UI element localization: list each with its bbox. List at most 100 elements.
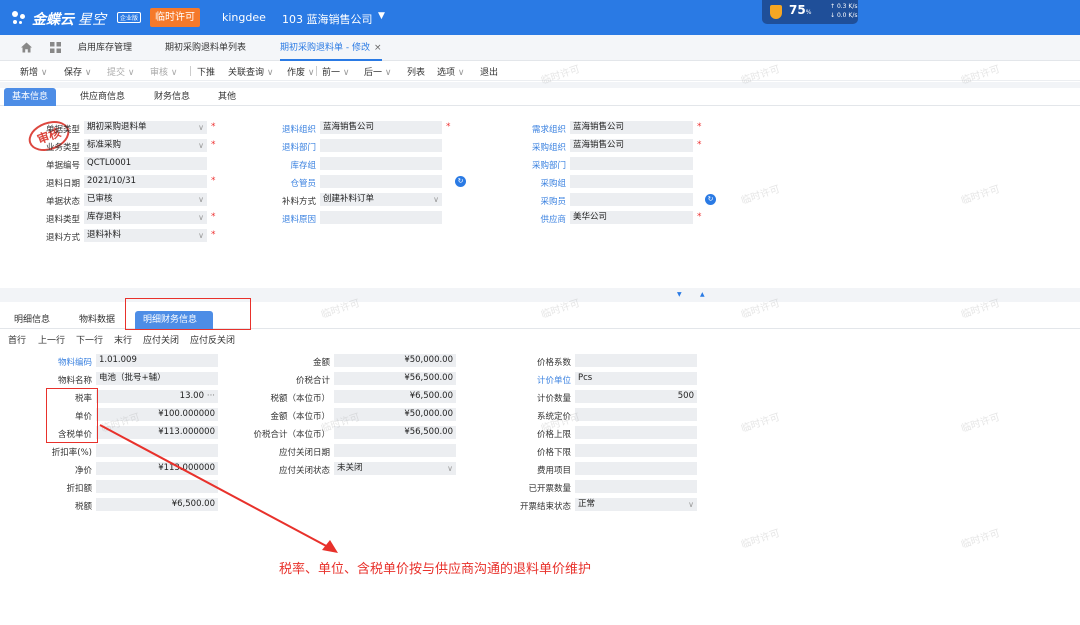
purchase-org-field[interactable]: 蓝海销售公司 [570, 139, 693, 152]
watermark: 临时许可 [959, 183, 1002, 207]
return-dept-field[interactable] [320, 139, 442, 152]
options-button[interactable]: 选项 ∨ [437, 65, 464, 78]
stock-group-field[interactable] [320, 157, 442, 170]
tab-finance-info[interactable]: 财务信息 [146, 88, 198, 106]
amount-label: 金额 [312, 358, 330, 368]
refresh-icon[interactable]: ↻ [705, 194, 716, 205]
material-name-field[interactable]: 电池（批号+辅） [96, 372, 218, 385]
first-row-button[interactable]: 首行 [8, 333, 26, 346]
chevron-down-icon: ∨ [198, 195, 204, 204]
purchase-group-label[interactable]: 采购组 [518, 177, 566, 189]
invoice-end-status-field[interactable]: 正常 ∨ [575, 498, 697, 511]
void-button[interactable]: 作废 ∨ [287, 65, 314, 78]
close-icon[interactable]: × [374, 43, 382, 53]
more-icon[interactable]: ··· [207, 390, 215, 403]
amount-field[interactable]: ¥50,000.00 [334, 354, 456, 367]
purchase-dept-label[interactable]: 采购部门 [518, 159, 566, 171]
demand-org-label[interactable]: 需求组织 [518, 123, 566, 135]
org-selector[interactable]: 103 蓝海销售公司 [282, 11, 373, 27]
ap-reopen-button[interactable]: 应付反关闭 [190, 333, 235, 346]
price-upper-field[interactable] [575, 426, 697, 439]
ap-close-status-field[interactable]: 未关闭 ∨ [334, 462, 456, 475]
return-method-field[interactable]: 退料补料 ∨ [84, 229, 207, 242]
purchaser-field[interactable] [570, 193, 693, 206]
price-lower-field[interactable] [575, 444, 697, 457]
business-type-field[interactable]: 标准采购 ∨ [84, 139, 207, 152]
return-type-field[interactable]: 库存退料 ∨ [84, 211, 207, 224]
return-reason-label[interactable]: 退料原因 [268, 213, 316, 225]
return-org-field[interactable]: 蓝海销售公司 [320, 121, 442, 134]
collapse-down-icon[interactable]: ▼ [677, 291, 682, 298]
net-price-field[interactable]: ¥113.000000 [96, 462, 218, 475]
supplier-label[interactable]: 供应商 [518, 213, 566, 225]
tab-other[interactable]: 其他 [210, 88, 244, 106]
collapse-up-icon[interactable]: ▲ [700, 291, 705, 298]
system-price-field[interactable] [575, 408, 697, 421]
tab-detail-info[interactable]: 明细信息 [6, 311, 58, 329]
demand-org-field[interactable]: 蓝海销售公司 [570, 121, 693, 134]
tax-rate-field[interactable]: 13.00 ··· [96, 390, 218, 403]
total-with-tax-field[interactable]: ¥56,500.00 [334, 372, 456, 385]
new-button[interactable]: 新增 ∨ [20, 65, 47, 78]
supplier-field[interactable]: 美华公司 [570, 211, 693, 224]
save-button[interactable]: 保存 ∨ [64, 65, 91, 78]
user-name[interactable]: kingdee [222, 11, 266, 24]
list-button[interactable]: 列表 [407, 65, 425, 78]
exit-button[interactable]: 退出 [480, 65, 498, 78]
material-name-label: 物料名称 [57, 376, 92, 386]
refresh-icon[interactable]: ↻ [455, 176, 466, 187]
return-dept-label[interactable]: 退料部门 [268, 141, 316, 153]
tab-supplier-info[interactable]: 供应商信息 [72, 88, 133, 106]
discount-rate-field[interactable] [96, 444, 218, 457]
discount-amount-field[interactable] [96, 480, 218, 493]
pricing-unit-label[interactable]: 计价单位 [500, 374, 571, 386]
related-query-button[interactable]: 关联查询 ∨ [228, 65, 273, 78]
push-down-button[interactable]: 下推 [197, 65, 215, 78]
performance-widget[interactable]: 75% ↑ 0.3 K/s ↓ 0.0 K/s [762, 0, 858, 24]
expense-item-field[interactable] [575, 462, 697, 475]
stock-group-label[interactable]: 库存组 [268, 159, 316, 171]
home-icon[interactable] [20, 41, 33, 54]
replenish-method-field[interactable]: 创建补料订单 ∨ [320, 193, 442, 206]
pricing-qty-field[interactable]: 500 [575, 390, 697, 403]
pricing-unit-field[interactable]: Pcs [575, 372, 697, 385]
price-coefficient-field[interactable] [575, 354, 697, 367]
tab-return-edit[interactable]: 期初采购退料单 - 修改 × [280, 35, 382, 61]
tab-inventory-enable[interactable]: 启用库存管理 [78, 35, 132, 61]
bill-number-field[interactable]: QCTL0001 [84, 157, 207, 170]
invoiced-qty-field[interactable] [575, 480, 697, 493]
stock-keeper-field[interactable] [320, 175, 442, 188]
next-row-button[interactable]: 下一行 [76, 333, 103, 346]
return-org-label[interactable]: 退料组织 [268, 123, 316, 135]
purchaser-label[interactable]: 采购员 [518, 195, 566, 207]
temp-license-badge[interactable]: 临时许可 [150, 8, 200, 27]
stock-keeper-label[interactable]: 仓管员 [268, 177, 316, 189]
ap-close-date-field[interactable] [334, 444, 456, 457]
return-reason-field[interactable] [320, 211, 442, 224]
submit-button[interactable]: 提交 ∨ [107, 65, 134, 78]
total-with-tax-local-field[interactable]: ¥56,500.00 [334, 426, 456, 439]
bill-status-field[interactable]: 已审核 ∨ [84, 193, 207, 206]
tax-amount-field[interactable]: ¥6,500.00 [96, 498, 218, 511]
tax-amount-local-field[interactable]: ¥6,500.00 [334, 390, 456, 403]
return-date-field[interactable]: 2021/10/31 [84, 175, 207, 188]
prev-row-button[interactable]: 上一行 [38, 333, 65, 346]
tab-material-data[interactable]: 物料数据 [71, 311, 123, 329]
material-code-field[interactable]: 1.01.009 [96, 354, 218, 367]
caret-down-icon[interactable]: ▼ [378, 11, 385, 21]
audit-button[interactable]: 审核 ∨ [150, 65, 177, 78]
previous-button[interactable]: 前一 ∨ [322, 65, 349, 78]
tab-return-list[interactable]: 期初采购退料单列表 [165, 35, 246, 61]
next-button[interactable]: 后一 ∨ [364, 65, 391, 78]
last-row-button[interactable]: 末行 [114, 333, 132, 346]
purchase-group-field[interactable] [570, 175, 693, 188]
apps-grid-icon[interactable] [50, 42, 61, 53]
purchase-dept-field[interactable] [570, 157, 693, 170]
purchase-org-label[interactable]: 采购组织 [518, 141, 566, 153]
bill-number-label: 单据编号 [45, 161, 80, 171]
ap-close-button[interactable]: 应付关闭 [143, 333, 179, 346]
required-mark: * [697, 122, 702, 132]
tab-basic-info[interactable]: 基本信息 [4, 88, 57, 106]
material-code-label[interactable]: 物料编码 [40, 356, 92, 368]
bill-type-field[interactable]: 期初采购退料单 ∨ [84, 121, 207, 134]
